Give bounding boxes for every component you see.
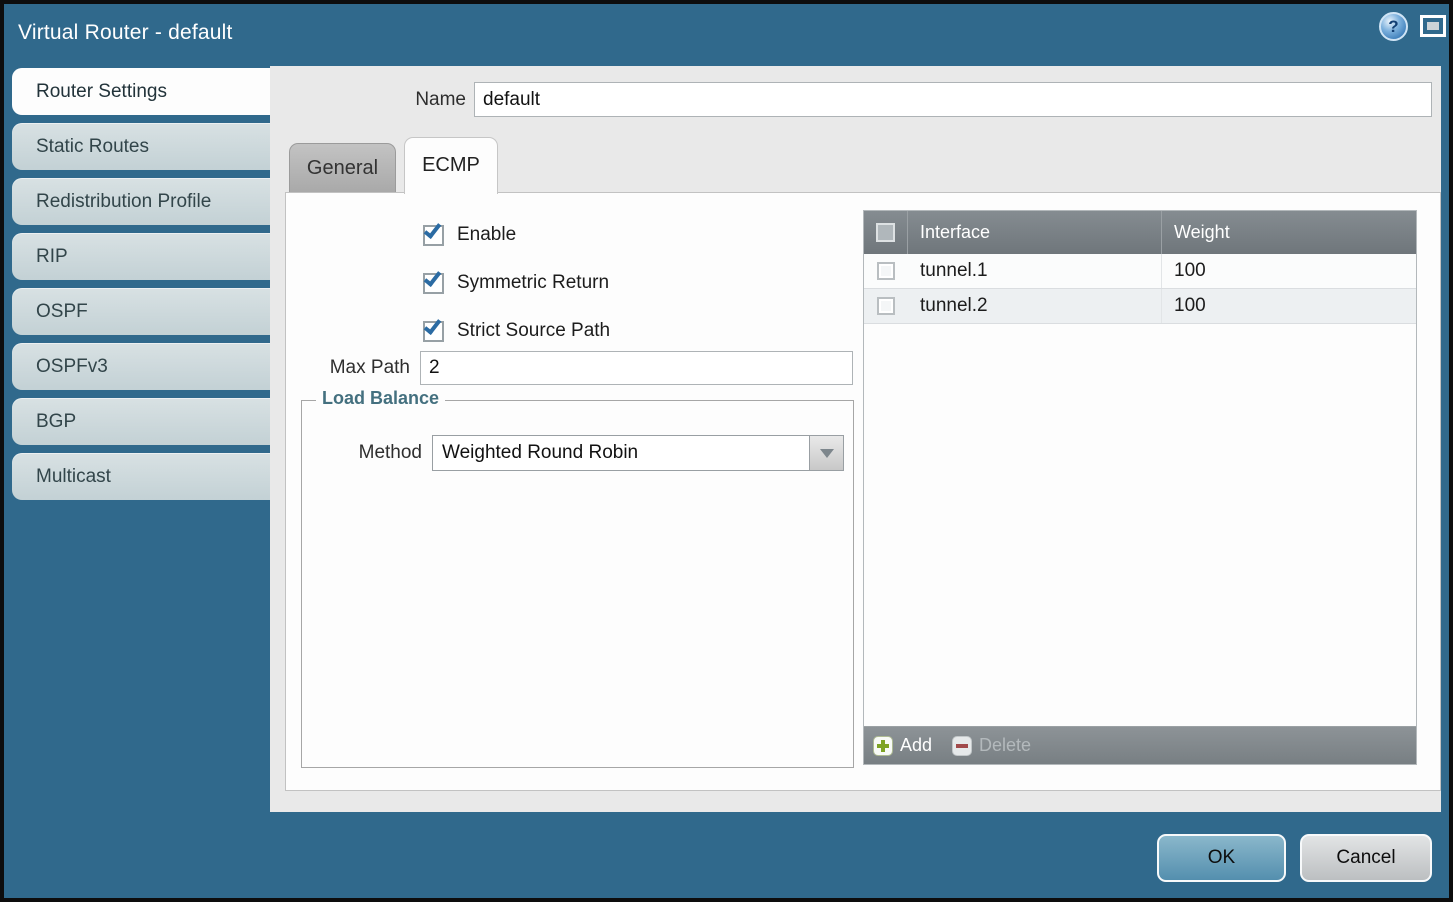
ecmp-checkbox-group: Enable Symmetric Return Strict Source Path	[423, 211, 610, 355]
plus-icon	[873, 736, 893, 756]
table-row[interactable]: tunnel.2100	[864, 289, 1416, 324]
title-bar: Virtual Router - default ?	[4, 4, 1449, 62]
interface-weight-table: Interface Weight tunnel.1100tunnel.2100 …	[863, 210, 1417, 765]
window-icon[interactable]	[1420, 15, 1446, 37]
sidebar-item-ospfv3[interactable]: OSPFv3	[12, 343, 270, 390]
checkbox-label: Symmetric Return	[457, 272, 609, 294]
help-icon[interactable]: ?	[1379, 12, 1408, 41]
check-mark-icon	[424, 316, 442, 335]
sidebar-item-ospf[interactable]: OSPF	[12, 288, 270, 335]
tab-ecmp[interactable]: ECMP	[404, 137, 498, 194]
max-path-input[interactable]	[420, 351, 853, 385]
cancel-button[interactable]: Cancel	[1300, 834, 1432, 882]
window-icon-bar	[1427, 22, 1439, 30]
delete-button[interactable]: Delete	[952, 735, 1031, 756]
check-mark-icon	[424, 220, 442, 239]
content-area: Name General ECMP Enable Symmetric Return…	[270, 66, 1441, 812]
max-path-label: Max Path	[286, 351, 410, 385]
sidebar-item-bgp[interactable]: BGP	[12, 398, 270, 445]
sidebar-item-rip[interactable]: RIP	[12, 233, 270, 280]
add-button[interactable]: Add	[873, 735, 932, 756]
check-mark-icon	[424, 268, 442, 287]
checkbox[interactable]	[423, 225, 444, 246]
checkbox[interactable]	[423, 321, 444, 342]
load-balance-legend: Load Balance	[316, 388, 445, 409]
row-checkbox[interactable]	[877, 297, 895, 315]
checkbox-row-enable[interactable]: Enable	[423, 211, 610, 259]
interface-column-header: Interface	[908, 211, 1161, 254]
interface-cell: tunnel.2	[908, 289, 1161, 323]
interface-cell: tunnel.1	[908, 254, 1161, 288]
chevron-down-icon	[820, 449, 834, 458]
method-label: Method	[320, 435, 422, 471]
delete-button-label: Delete	[979, 735, 1031, 756]
method-selected-value: Weighted Round Robin	[442, 436, 807, 470]
ok-button[interactable]: OK	[1157, 834, 1286, 882]
row-checkbox-cell	[864, 289, 908, 323]
sidebar-item-router-settings[interactable]: Router Settings	[12, 68, 270, 115]
row-checkbox-cell	[864, 254, 908, 288]
dialog-title: Virtual Router - default	[18, 4, 233, 62]
checkbox-row-strict-source-path[interactable]: Strict Source Path	[423, 307, 610, 355]
checkbox[interactable]	[423, 273, 444, 294]
weight-cell: 100	[1161, 289, 1416, 323]
virtual-router-dialog: Virtual Router - default ? Router Settin…	[0, 0, 1453, 902]
checkbox-label: Strict Source Path	[457, 320, 610, 342]
method-dropdown-button[interactable]	[809, 436, 843, 470]
header-checkbox-cell	[864, 211, 908, 254]
select-all-checkbox[interactable]	[876, 223, 895, 242]
sidebar-item-redistribution-profile[interactable]: Redistribution Profile	[12, 178, 270, 225]
weight-cell: 100	[1161, 254, 1416, 288]
table-body: tunnel.1100tunnel.2100	[864, 254, 1416, 324]
checkbox-row-symmetric-return[interactable]: Symmetric Return	[423, 259, 610, 307]
name-input[interactable]	[474, 82, 1432, 117]
table-row[interactable]: tunnel.1100	[864, 254, 1416, 289]
checkbox-label: Enable	[457, 224, 516, 246]
table-header-row: Interface Weight	[864, 211, 1416, 254]
table-empty-area	[864, 324, 1416, 726]
sidebar-item-multicast[interactable]: Multicast	[12, 453, 270, 500]
ecmp-tab-panel: Enable Symmetric Return Strict Source Path…	[285, 192, 1441, 791]
add-button-label: Add	[900, 735, 932, 756]
minus-icon	[952, 736, 972, 756]
table-footer-bar: Add Delete	[864, 726, 1416, 764]
row-checkbox[interactable]	[877, 262, 895, 280]
weight-column-header: Weight	[1161, 211, 1416, 254]
tab-general[interactable]: General	[289, 143, 396, 192]
method-select[interactable]: Weighted Round Robin	[432, 435, 844, 471]
name-label: Name	[270, 82, 466, 117]
load-balance-groupbox: Load Balance Method Weighted Round Robin	[301, 400, 854, 768]
sidebar-nav: Router Settings Static Routes Redistributi…	[12, 68, 270, 508]
sidebar-item-static-routes[interactable]: Static Routes	[12, 123, 270, 170]
